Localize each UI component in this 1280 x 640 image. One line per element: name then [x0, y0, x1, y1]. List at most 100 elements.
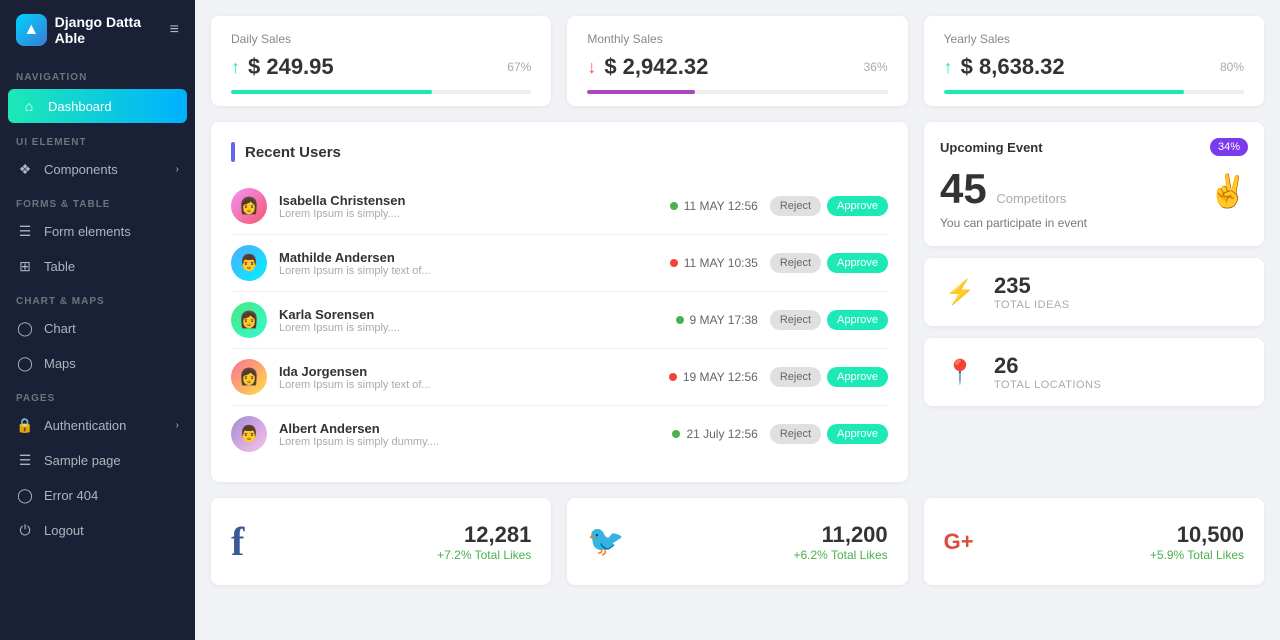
monthly-sales-value: $ 2,942.32	[604, 54, 708, 80]
yearly-sales-progress-bar	[944, 90, 1184, 94]
daily-sales-percent: 67%	[507, 60, 531, 74]
lightning-icon: ⚡	[940, 272, 980, 312]
nav-section-navigation: Navigation ⌂ Dashboard	[0, 60, 195, 125]
monthly-sales-title: Monthly Sales	[587, 32, 887, 46]
recent-users-title: Recent Users	[245, 144, 341, 161]
sidebar-item-logout[interactable]: ⏻ Logout	[0, 513, 195, 548]
sidebar-item-label: Table	[44, 259, 75, 274]
monthly-sales-card: Monthly Sales ↓ $ 2,942.32 36%	[567, 16, 907, 106]
daily-sales-card: Daily Sales ↑ $ 249.95 67%	[211, 16, 551, 106]
stat-cards-row: Daily Sales ↑ $ 249.95 67% Monthly Sales…	[211, 16, 1264, 106]
table-row: 👩 Karla Sorensen Lorem Ipsum is simply..…	[231, 292, 888, 349]
yearly-sales-progress-track	[944, 90, 1244, 94]
sidebar-item-chart[interactable]: ◯ Chart	[0, 311, 195, 346]
reject-button[interactable]: Reject	[770, 424, 821, 444]
sidebar-toggle-button[interactable]: ≡	[170, 21, 179, 39]
up-arrow-icon: ↑	[944, 57, 953, 78]
nav-section-label: Pages	[0, 381, 195, 408]
approve-button[interactable]: Approve	[827, 424, 888, 444]
twitter-card: 🐦 11,200 +6.2% Total Likes	[567, 498, 907, 585]
upcoming-event-number: 45	[940, 165, 987, 212]
nav-section-pages: Pages 🔒 Authentication › ☰ Sample page ◯…	[0, 381, 195, 548]
monthly-sales-percent: 36%	[864, 60, 888, 74]
monthly-sales-progress-bar	[587, 90, 695, 94]
approve-button[interactable]: Approve	[827, 196, 888, 216]
status-dot	[672, 430, 680, 438]
reject-button[interactable]: Reject	[770, 196, 821, 216]
right-panel: Upcoming Event 34% 45 Competitors ✌️ You…	[924, 122, 1264, 482]
status-dot	[670, 202, 678, 210]
page-icon: ☰	[16, 452, 34, 469]
recent-users-header: Recent Users	[231, 142, 888, 162]
daily-sales-progress-bar	[231, 90, 432, 94]
yearly-sales-title: Yearly Sales	[944, 32, 1244, 46]
avatar: 👨	[231, 416, 267, 452]
avatar: 👩	[231, 188, 267, 224]
table-row: 👨 Albert Andersen Lorem Ipsum is simply …	[231, 406, 888, 462]
nav-section-label: UI Element	[0, 125, 195, 152]
sidebar-item-error-404[interactable]: ◯ Error 404	[0, 478, 195, 513]
yearly-sales-percent: 80%	[1220, 60, 1244, 74]
sidebar-item-label: Maps	[44, 356, 76, 371]
avatar: 👩	[231, 302, 267, 338]
sidebar-item-components[interactable]: ❖ Components ›	[0, 152, 195, 187]
avatar: 👨	[231, 245, 267, 281]
total-ideas-card: ⚡ 235 TOTAL IDEAS	[924, 258, 1264, 326]
approve-button[interactable]: Approve	[827, 367, 888, 387]
sidebar-item-label: Authentication	[44, 418, 126, 433]
sidebar-item-authentication[interactable]: 🔒 Authentication ›	[0, 408, 195, 443]
peace-icon: ✌️	[1208, 172, 1248, 210]
sidebar-item-table[interactable]: ⊞ Table	[0, 249, 195, 284]
avatar: 👩	[231, 359, 267, 395]
user-name: Albert Andersen	[279, 421, 660, 436]
main-content: Daily Sales ↑ $ 249.95 67% Monthly Sales…	[195, 0, 1280, 640]
upcoming-event-title: Upcoming Event	[940, 140, 1043, 155]
down-arrow-icon: ↓	[587, 57, 596, 78]
home-icon: ⌂	[20, 98, 38, 114]
user-name: Karla Sorensen	[279, 307, 664, 322]
sidebar-item-dashboard[interactable]: ⌂ Dashboard	[8, 89, 187, 123]
user-date: 21 July 12:56	[686, 427, 757, 441]
googleplus-icon: G+	[944, 529, 974, 555]
user-desc: Lorem Ipsum is simply....	[279, 208, 658, 220]
logo-icon: ▲	[16, 14, 47, 46]
sidebar-item-label: Dashboard	[48, 99, 112, 114]
sidebar-item-label: Form elements	[44, 224, 131, 239]
user-date: 19 MAY 12:56	[683, 370, 758, 384]
user-name: Mathilde Andersen	[279, 250, 658, 265]
lock-icon: 🔒	[16, 417, 34, 434]
user-desc: Lorem Ipsum is simply....	[279, 322, 664, 334]
facebook-change: +7.2% Total Likes	[437, 548, 531, 562]
total-ideas-label: TOTAL IDEAS	[994, 299, 1070, 311]
nav-section-forms-table: Forms & Table ☰ Form elements ⊞ Table	[0, 187, 195, 284]
user-list: 👩 Isabella Christensen Lorem Ipsum is si…	[231, 178, 888, 462]
recent-users-card: Recent Users 👩 Isabella Christensen Lore…	[211, 122, 908, 482]
sidebar-item-label: Error 404	[44, 488, 98, 503]
sidebar-item-maps[interactable]: ◯ Maps	[0, 346, 195, 381]
daily-sales-value: $ 249.95	[248, 54, 334, 80]
approve-button[interactable]: Approve	[827, 253, 888, 273]
social-cards-row: f 12,281 +7.2% Total Likes 🐦 11,200 +6.2…	[211, 498, 1264, 585]
sidebar-item-sample-page[interactable]: ☰ Sample page	[0, 443, 195, 478]
sidebar-header: ▲ Django Datta Able ≡	[0, 0, 195, 60]
twitter-number: 11,200	[793, 522, 887, 548]
reject-button[interactable]: Reject	[770, 253, 821, 273]
reject-button[interactable]: Reject	[770, 310, 821, 330]
form-icon: ☰	[16, 223, 34, 240]
total-locations-label: TOTAL LOCATIONS	[994, 379, 1101, 391]
logout-icon: ⏻	[16, 522, 34, 539]
approve-button[interactable]: Approve	[827, 310, 888, 330]
status-dot	[669, 373, 677, 381]
bottom-section: Recent Users 👩 Isabella Christensen Lore…	[211, 122, 1264, 482]
twitter-change: +6.2% Total Likes	[793, 548, 887, 562]
table-icon: ⊞	[16, 258, 34, 275]
nav-section-ui-element: UI Element ❖ Components ›	[0, 125, 195, 187]
table-row: 👩 Ida Jorgensen Lorem Ipsum is simply te…	[231, 349, 888, 406]
status-dot	[670, 259, 678, 267]
sidebar-item-form-elements[interactable]: ☰ Form elements	[0, 214, 195, 249]
table-row: 👨 Mathilde Andersen Lorem Ipsum is simpl…	[231, 235, 888, 292]
reject-button[interactable]: Reject	[770, 367, 821, 387]
facebook-number: 12,281	[437, 522, 531, 548]
nav-section-label: Forms & Table	[0, 187, 195, 214]
status-dot	[676, 316, 684, 324]
